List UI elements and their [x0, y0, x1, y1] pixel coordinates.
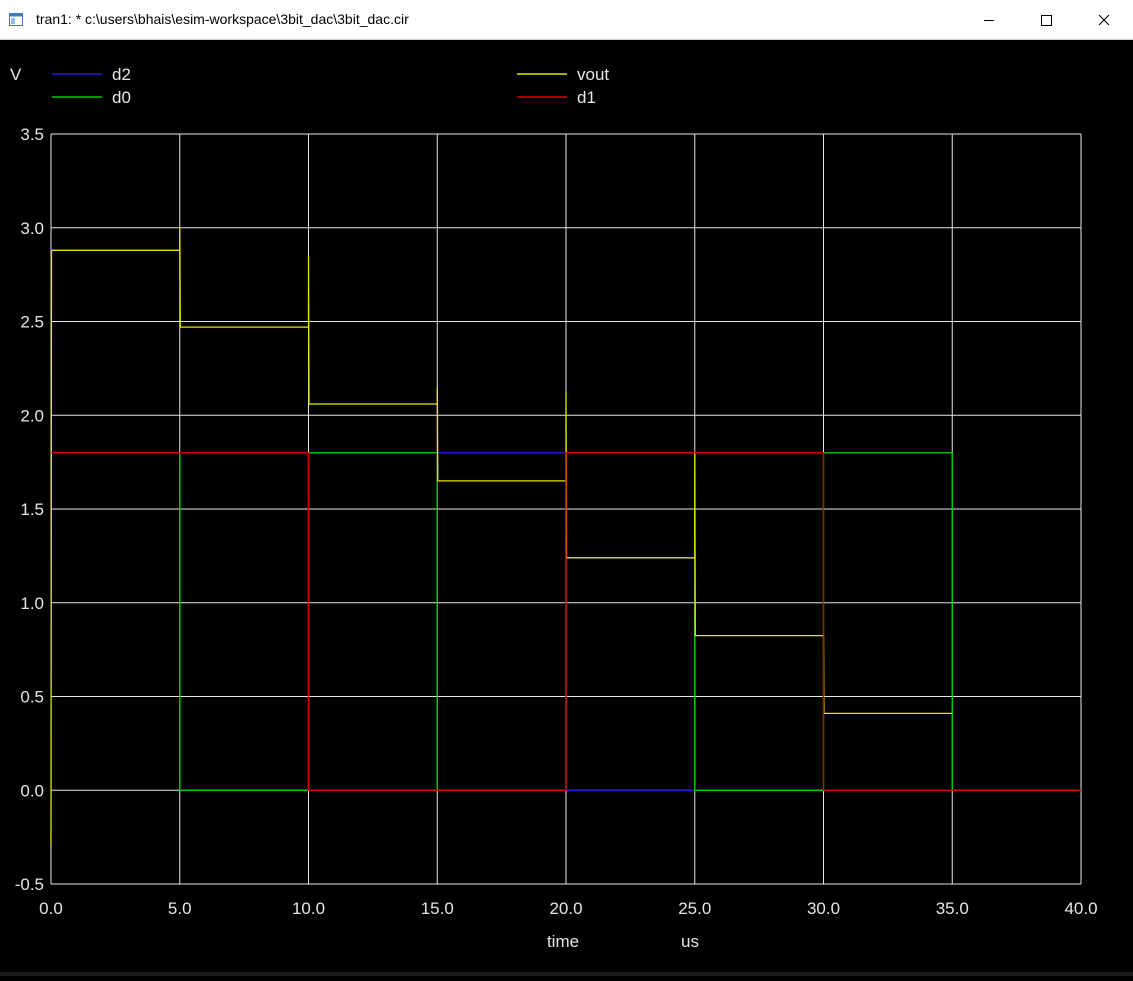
y-tick-label: -0.5: [15, 875, 44, 894]
y-axis-label: V: [10, 65, 22, 84]
title-bar[interactable]: tran1: * c:\users\bhais\esim-workspace\3…: [0, 0, 1133, 40]
maximize-button[interactable]: [1017, 0, 1075, 40]
legend-label-d2: d2: [112, 65, 131, 84]
legend-label-vout: vout: [577, 65, 609, 84]
y-tick-label: 1.0: [20, 594, 44, 613]
y-tick-label: 2.5: [20, 313, 44, 332]
x-axis-unit: us: [681, 932, 699, 951]
minimize-button[interactable]: [960, 0, 1018, 40]
x-tick-label: 30.0: [807, 899, 840, 918]
x-tick-label: 5.0: [168, 899, 192, 918]
close-icon: [1098, 14, 1110, 26]
y-tick-label: 3.5: [20, 125, 44, 144]
app-window-icon: [9, 13, 23, 26]
minimize-icon: [984, 20, 994, 21]
plot-window: tran1: * c:\users\bhais\esim-workspace\3…: [0, 0, 1133, 976]
y-tick-label: 1.5: [20, 500, 44, 519]
x-tick-label: 0.0: [39, 899, 63, 918]
x-tick-labels: 0.0 5.0 10.0 15.0 20.0 25.0 30.0 35.0 40.0: [39, 899, 1097, 918]
window-title: tran1: * c:\users\bhais\esim-workspace\3…: [36, 11, 409, 27]
waveform-chart: V d2 d0 vout d1 -0.5 0.0 0.5 1.0 1.5 2.0 2.5 3.0 3.…: [10, 65, 1098, 951]
x-tick-label: 25.0: [678, 899, 711, 918]
legend-label-d0: d0: [112, 88, 131, 107]
x-tick-label: 10.0: [292, 899, 325, 918]
y-tick-label: 0.5: [20, 688, 44, 707]
series-d1-line: [51, 452, 1081, 791]
legend: d2 d0 vout d1: [52, 65, 609, 107]
y-tick-label: 2.0: [20, 406, 44, 425]
maximize-icon: [1041, 15, 1052, 26]
y-tick-labels: -0.5 0.0 0.5 1.0 1.5 2.0 2.5 3.0 3.5: [15, 125, 44, 894]
window-bottom-edge: [0, 972, 1133, 976]
x-tick-label: 35.0: [936, 899, 969, 918]
x-tick-label: 15.0: [421, 899, 454, 918]
y-tick-label: 0.0: [20, 781, 44, 800]
legend-label-d1: d1: [577, 88, 596, 107]
x-tick-label: 20.0: [549, 899, 582, 918]
x-tick-label: 40.0: [1064, 899, 1097, 918]
y-tick-label: 3.0: [20, 219, 44, 238]
series-vout-line: [50, 227, 953, 847]
x-axis-label: time: [547, 932, 579, 951]
plot-area: V d2 d0 vout d1 -0.5 0.0 0.5 1.0 1.5 2.0 2.5 3.0 3.…: [0, 40, 1133, 976]
close-button[interactable]: [1075, 0, 1133, 40]
